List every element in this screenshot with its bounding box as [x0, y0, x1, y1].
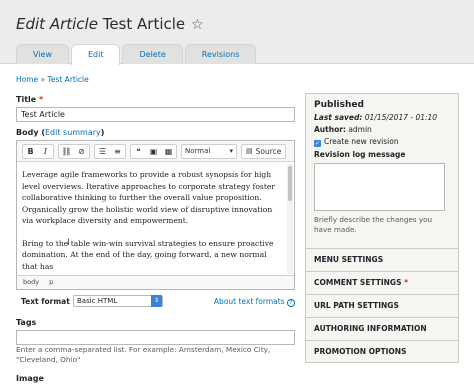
source-icon: ▤ [246, 147, 253, 155]
tab-view[interactable]: View [16, 44, 69, 64]
image-label: Image [16, 374, 44, 383]
body-label-close: ) [100, 128, 105, 137]
required-marker: * [404, 278, 409, 287]
blockquote-icon[interactable]: ❝ [131, 145, 146, 158]
last-saved-row: Last saved: 01/15/2017 - 01:10 [314, 113, 450, 122]
revision-log-label: Revision log message [314, 150, 406, 159]
promotion-options-section[interactable]: PROMOTION OPTIONS [306, 340, 458, 363]
source-button-inner[interactable]: ▤ Source [242, 145, 285, 158]
entity-meta-header: Published Last saved: 01/15/2017 - 01:10… [306, 94, 458, 235]
revision-log-textarea[interactable] [314, 163, 445, 211]
text-format-label: Text format [21, 297, 70, 306]
body-paragraph: Bring to the table win-win survival stra… [22, 238, 274, 271]
primary-tabs: View Edit Delete Revisions [16, 44, 258, 65]
bulleted-list-icon[interactable]: ☰ [95, 145, 110, 158]
page-title-prefix: Edit Article [16, 15, 98, 33]
editor-scrollbar[interactable] [287, 164, 293, 274]
tags-input[interactable] [16, 330, 295, 345]
source-button[interactable]: ▤ Source [241, 143, 287, 159]
select-arrows-icon: ⇕ [151, 295, 162, 307]
create-revision-label[interactable]: Create new revision [324, 137, 399, 146]
chevron-down-icon: ▾ [229, 147, 233, 155]
url-path-settings-section[interactable]: URL PATH SETTINGS [306, 294, 458, 317]
required-marker: * [39, 95, 44, 104]
unlink-icon[interactable]: ⊘ [74, 145, 89, 158]
tags-description: Enter a comma-separated list. For exampl… [16, 345, 271, 364]
page-title: Edit Article Test Article ☆ [16, 14, 204, 35]
toolbar-group-basic: B I [22, 143, 54, 159]
last-saved-label: Last saved: [314, 113, 363, 122]
breadcrumb-current-link[interactable]: Test Article [48, 75, 89, 84]
body-label-text: Body ( [16, 128, 45, 137]
editor-content-area[interactable]: Leverage agile frameworks to provide a r… [17, 163, 287, 275]
edit-summary-link[interactable]: Edit summary [45, 128, 101, 137]
editor-toolbar: B I ⛓ ⊘ ☰ ≡ ❝ ▣ ▦ Normal ▾ ▤ Source [17, 141, 294, 162]
toolbar-group-media: ❝ ▣ ▦ [130, 143, 177, 159]
revision-log-description: Briefly describe the changes you have ma… [314, 215, 433, 234]
page-header: Edit Article Test Article ☆ View Edit Del… [0, 0, 474, 65]
italic-button[interactable]: I [38, 145, 53, 158]
author-value: admin [348, 125, 372, 134]
text-format-value: Basic HTML [77, 297, 118, 305]
tab-edit[interactable]: Edit [70, 44, 121, 65]
breadcrumb: Home » Test Article [16, 75, 89, 84]
text-format-row: Text format Basic HTML ⇕ About text form… [16, 295, 295, 309]
title-input[interactable]: Test Article [16, 107, 295, 122]
breadcrumb-separator: » [40, 75, 46, 84]
text-cursor-icon: I [67, 238, 70, 248]
tags-label: Tags [16, 318, 37, 327]
source-button-label: Source [255, 146, 282, 156]
toolbar-group-lists: ☰ ≡ [94, 143, 126, 159]
author-row: Author: admin [314, 125, 450, 134]
create-revision-row: ✓ Create new revision [314, 137, 450, 147]
tab-delete[interactable]: Delete [122, 44, 183, 64]
help-icon: ? [287, 299, 295, 307]
scrollbar-thumb[interactable] [288, 166, 292, 201]
link-icon[interactable]: ⛓ [59, 145, 74, 158]
breadcrumb-home-link[interactable]: Home [16, 75, 38, 84]
comment-settings-section[interactable]: COMMENT SETTINGS * [306, 271, 458, 294]
body-editor: B I ⛓ ⊘ ☰ ≡ ❝ ▣ ▦ Normal ▾ ▤ Source Leve… [16, 140, 295, 290]
path-element-body[interactable]: body [23, 278, 39, 286]
body-paragraph: Leverage agile frameworks to provide a r… [22, 170, 275, 225]
text-format-select[interactable]: Basic HTML ⇕ [73, 295, 163, 307]
create-revision-checkbox[interactable]: ✓ [314, 140, 321, 147]
author-label: Author: [314, 125, 346, 134]
tab-revisions[interactable]: Revisions [184, 44, 257, 64]
menu-settings-section[interactable]: MENU SETTINGS [306, 248, 458, 271]
last-saved-value: 01/15/2017 - 01:10 [364, 113, 438, 122]
bold-button[interactable]: B [23, 145, 38, 158]
comment-settings-label: COMMENT SETTINGS [314, 278, 402, 287]
element-path-bar: body p [17, 275, 294, 289]
about-text-formats-link[interactable]: About text formats ? [214, 297, 295, 307]
format-select-value: Normal [185, 147, 211, 155]
title-label: Title * [16, 95, 43, 104]
toolbar-group-links: ⛓ ⊘ [58, 143, 90, 159]
entity-meta-sidebar: Published Last saved: 01/15/2017 - 01:10… [305, 93, 459, 363]
publish-status: Published [314, 100, 364, 110]
format-select[interactable]: Normal ▾ [182, 145, 236, 158]
star-icon[interactable]: ☆ [191, 17, 204, 33]
about-text-formats-label: About text formats [213, 297, 285, 306]
body-label: Body (Edit summary) [16, 128, 104, 137]
numbered-list-icon[interactable]: ≡ [110, 145, 125, 158]
image-icon[interactable]: ▣ [146, 145, 161, 158]
table-icon[interactable]: ▦ [161, 145, 176, 158]
title-label-text: Title [16, 95, 37, 104]
authoring-information-section[interactable]: AUTHORING INFORMATION [306, 317, 458, 340]
page-title-name: Test Article [102, 15, 186, 33]
path-element-p[interactable]: p [49, 278, 53, 286]
format-dropdown[interactable]: Normal ▾ [181, 143, 237, 159]
